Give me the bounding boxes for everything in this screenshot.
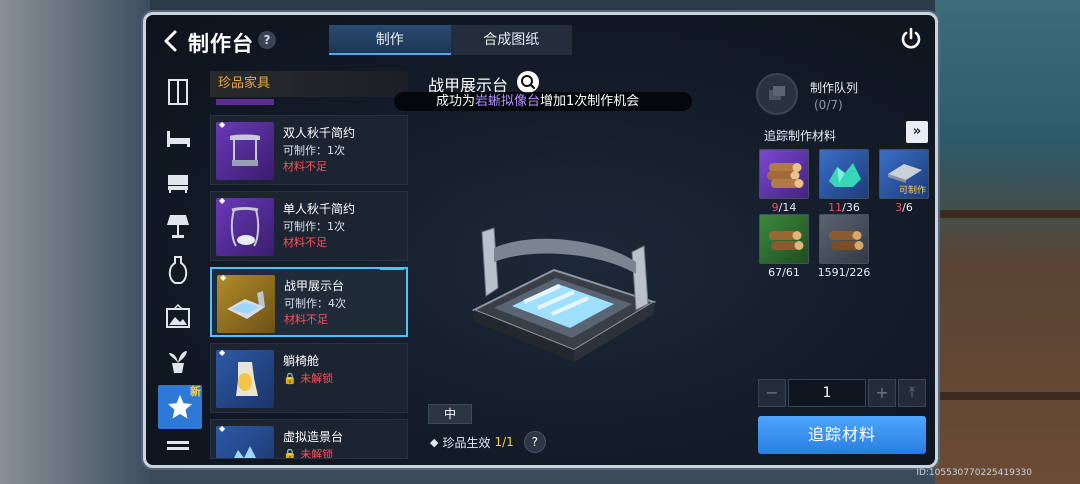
item-craft-count: 可制作：1次 [283, 144, 345, 157]
metal-plate-icon [888, 164, 922, 183]
list-item[interactable]: ◆ 单人秋千简约 可制作：1次 材料不足 [210, 191, 408, 261]
tab-craft[interactable]: 制作 [329, 25, 451, 55]
new-badge: 新 [190, 385, 201, 398]
item-name: 战甲展示台 [284, 279, 345, 293]
toast-suffix: 增加1次制作机会 [540, 94, 640, 109]
item-thumbnail [217, 275, 275, 333]
material-count: 1591/226 [817, 266, 871, 279]
page-title: 制作台 [188, 32, 254, 56]
search-icon[interactable] [517, 71, 539, 93]
help-icon[interactable]: ? [258, 31, 276, 49]
picture-icon[interactable] [164, 303, 192, 333]
size-tag: 中 [428, 404, 472, 424]
bed-icon[interactable] [164, 123, 192, 153]
double-swing-icon [230, 134, 260, 166]
item-status: 未解锁 [300, 448, 334, 459]
selection-indicator [380, 267, 404, 270]
diamond-icon: ◆ [430, 435, 439, 449]
log-icon [769, 231, 804, 250]
toast-prefix: 成功为 [436, 94, 476, 109]
log-bundle-icon [767, 163, 804, 188]
toast-highlight: 岩蜥拟像台 [475, 94, 541, 109]
quantity-decrease-button[interactable]: − [758, 379, 786, 407]
railing [935, 392, 1080, 400]
tab-blueprints[interactable]: 合成图纸 [451, 25, 573, 55]
item-status: 材料不足 [284, 313, 328, 326]
gem-icon: ◆ [219, 120, 226, 129]
item-3d-preview[interactable] [464, 210, 664, 365]
railing [935, 210, 1080, 218]
item-name: 双人秋千简约 [283, 126, 356, 140]
material-slot[interactable] [759, 149, 809, 199]
item-name: 虚拟造景台 [283, 430, 344, 444]
list-item-partial [216, 99, 274, 105]
item-thumbnail [216, 198, 274, 256]
craft-queue-icon[interactable] [756, 73, 798, 115]
material-count: 67/61 [768, 266, 800, 279]
list-item[interactable]: ◆ 躺椅舱 🔒 未解锁 [210, 343, 408, 413]
armor-display-icon [227, 291, 265, 319]
material-slot[interactable] [759, 214, 809, 264]
expand-materials-button[interactable]: » [906, 121, 928, 143]
tab-bar: 制作 合成图纸 [329, 25, 572, 55]
item-status: 材料不足 [283, 236, 327, 249]
gem-icon: ◆ [219, 424, 226, 433]
gem-icon: ◆ [219, 196, 226, 205]
sofa-icon[interactable] [164, 167, 192, 197]
quantity-increase-button[interactable]: + [868, 379, 896, 407]
crystal-icon [829, 163, 861, 187]
single-swing-icon [230, 207, 260, 247]
lounge-pod-icon [236, 362, 258, 396]
item-status: 材料不足 [283, 160, 327, 173]
rare-effect-help-icon[interactable]: ? [523, 431, 546, 453]
background-left [0, 0, 150, 484]
item-name: 躺椅舱 [283, 354, 320, 368]
craft-queue-label: 制作队列 [810, 81, 859, 95]
list-item-selected[interactable]: ◆ 战甲展示台 可制作：4次 材料不足 [210, 267, 408, 337]
virtual-landscape-icon [234, 446, 256, 458]
gem-icon: ◆ [219, 348, 226, 357]
quantity-input[interactable]: 1 [788, 379, 866, 407]
material-count: 9/14 [771, 201, 797, 214]
item-status: 未解锁 [300, 372, 334, 385]
item-craft-count: 可制作：1次 [283, 220, 345, 233]
table-icon[interactable] [164, 435, 192, 455]
material-count: 3/6 [895, 201, 913, 214]
track-materials-button[interactable]: 追踪材料 [758, 416, 926, 454]
rare-effect-label: 珍品生效 [442, 435, 491, 450]
background-right [935, 0, 1080, 484]
tracked-materials-label: 追踪制作材料 [764, 129, 837, 143]
item-thumbnail [216, 122, 274, 180]
log-icon [829, 231, 864, 250]
lamp-icon[interactable] [164, 211, 192, 241]
back-arrow-icon[interactable] [160, 29, 182, 53]
list-item[interactable]: ◆ 双人秋千简约 可制作：1次 材料不足 [210, 115, 408, 185]
material-count: 11/36 [828, 201, 860, 214]
item-thumbnail [216, 350, 274, 408]
rare-effect-value: 1/1 [494, 435, 514, 449]
item-name: 单人秋千简约 [283, 202, 356, 216]
quantity-max-button[interactable]: ⤒ [898, 379, 926, 407]
craftable-tag: 可制作 [898, 186, 926, 196]
material-slot[interactable]: 可制作 [879, 149, 929, 199]
vase-icon[interactable] [164, 255, 192, 285]
toast-message: 成功为岩蜥拟像台增加1次制作机会 [394, 92, 692, 111]
rare-effect-row: ◆ 珍品生效 1/1 ? [430, 431, 546, 453]
cabinet-icon[interactable] [164, 77, 192, 107]
list-section-header: 珍品家具 [210, 71, 408, 97]
gem-icon: ◆ [220, 273, 227, 282]
power-icon[interactable] [899, 27, 923, 51]
material-slot[interactable] [819, 149, 869, 199]
crafting-panel: 制作台 ? 制作 合成图纸 新 珍品家具 ◆ 双人秋千简约 可制作：1次 材料不… [143, 12, 938, 468]
plant-icon[interactable] [164, 345, 192, 375]
craft-queue-count: (0/7) [814, 98, 843, 112]
material-slot[interactable] [819, 214, 869, 264]
user-id: ID:105530770225419330 [916, 468, 1032, 478]
stack-icon [769, 86, 785, 100]
item-craft-count: 可制作：4次 [284, 297, 346, 310]
list-item[interactable]: ◆ 虚拟造景台 🔒 未解锁 [210, 419, 408, 459]
item-lock-status: 🔒 未解锁 [283, 372, 334, 385]
item-lock-status: 🔒 未解锁 [283, 448, 334, 459]
